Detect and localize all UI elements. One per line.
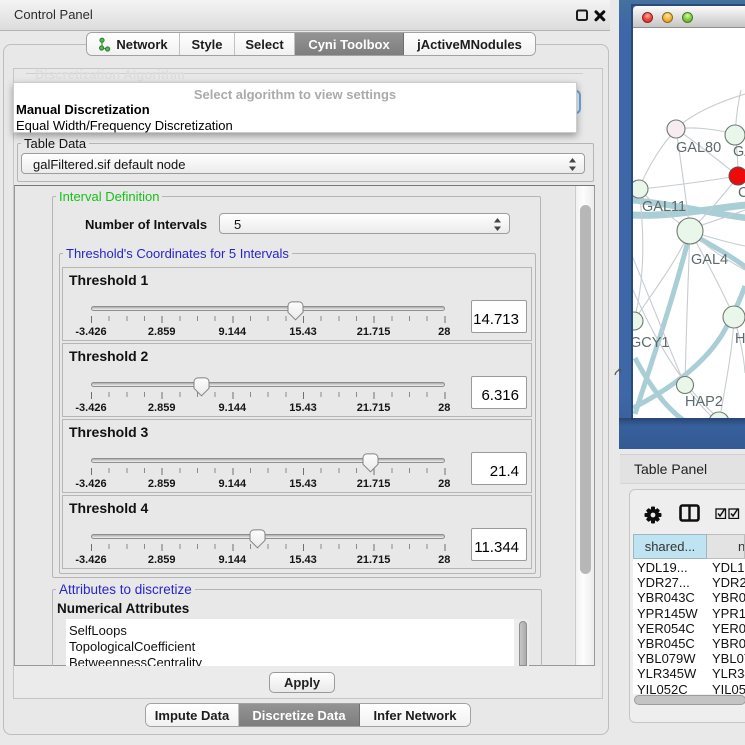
svg-text:HI: HI	[735, 331, 745, 347]
svg-text:GAL11: GAL11	[642, 199, 686, 215]
svg-text:GAL80: GAL80	[676, 140, 721, 156]
svg-text:CD: CD	[738, 185, 745, 201]
svg-text:GAL4: GAL4	[691, 252, 728, 268]
svg-text:GCY1: GCY1	[633, 335, 670, 351]
svg-text:GA: GA	[733, 144, 745, 160]
svg-text:HAP2: HAP2	[685, 394, 723, 410]
